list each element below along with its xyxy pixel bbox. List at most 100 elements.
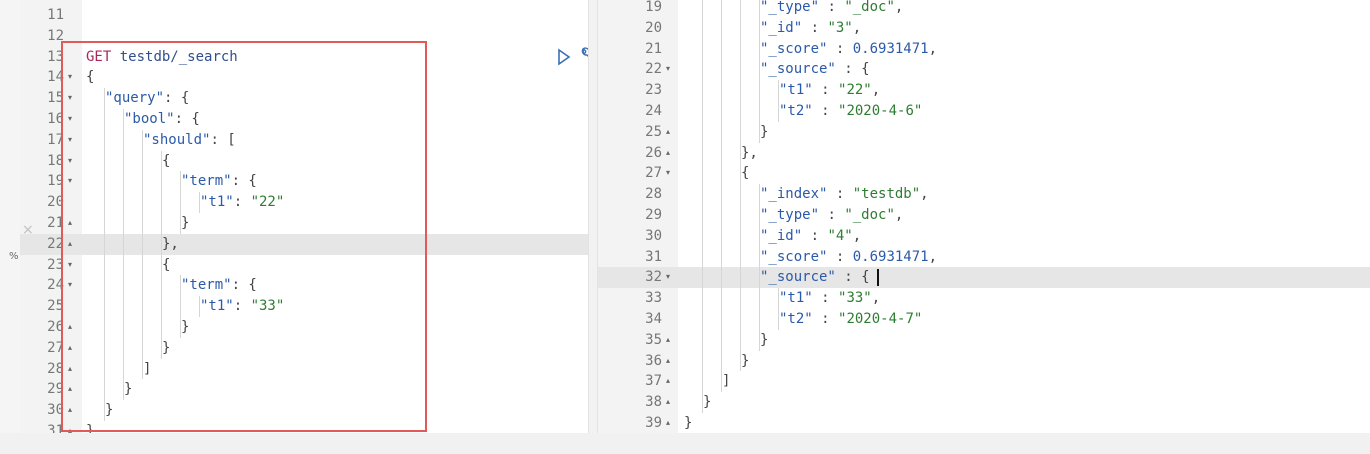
fold-collapse-icon[interactable]: ▾ [666,59,670,80]
indent-guide [740,38,741,60]
indent-guide [740,329,741,351]
indent-guide [702,142,703,164]
fold-expand-icon[interactable]: ▴ [68,359,72,380]
code-line[interactable]: 31 ▴} [20,421,588,433]
fold-expand-icon[interactable]: ▴ [666,351,670,372]
indent-guide [702,309,703,330]
code-text: "should": [ [86,130,236,151]
fold-expand-icon[interactable]: ▴ [666,392,670,413]
fold-expand-icon[interactable]: ▴ [666,371,670,392]
fold-expand-icon[interactable]: ▴ [666,330,670,351]
code-token: "_id" [760,227,803,244]
fold-expand-icon[interactable]: ▴ [68,421,72,433]
fold-collapse-icon[interactable]: ▾ [68,130,72,151]
indent-guide [161,192,162,213]
code-token: } [86,423,95,433]
code-text: ] [684,371,730,392]
code-token: : [827,248,853,265]
code-line[interactable]: 28 ▴] [20,358,588,380]
code-line[interactable]: 25 ▴} [598,121,1370,143]
code-line[interactable]: 35 ▴} [598,329,1370,351]
code-line[interactable]: 27 ▾ { [598,163,1370,185]
indent-guide [740,205,741,226]
code-line[interactable]: 16 ▾ "bool": { [20,109,588,130]
code-line[interactable]: 11 [20,5,588,26]
indent-guide [180,192,181,213]
code-line[interactable]: 26 ▴} [20,317,588,338]
close-icon[interactable]: × [22,222,34,238]
code-line[interactable]: 21 ▴} [20,213,588,234]
code-line[interactable]: 20 "t1": "22" [20,192,588,213]
code-line[interactable]: 21 "_score" : 0.6931471, [598,38,1370,60]
code-line[interactable]: 26 ▴}, [598,142,1370,164]
code-line[interactable]: 30 ▴} [20,400,588,421]
response-viewer[interactable]: 19 "_type" : "_doc", 20 "_id" : "3", 21 "_sco… [598,0,1370,433]
code-line[interactable]: 18 ▾ { [20,150,588,172]
code-token: : { [835,269,870,286]
code-line[interactable]: 36 ▴} [598,350,1370,372]
indent-guide [721,205,722,226]
fold-collapse-icon[interactable]: ▾ [68,171,72,192]
code-line[interactable]: 30 "_id" : "4", [598,225,1370,247]
fold-collapse-icon[interactable]: ▾ [68,151,72,172]
fold-expand-icon[interactable]: ▴ [68,379,72,400]
indent-guide [702,163,703,185]
code-token: "_index" [760,186,828,203]
fold-collapse-icon[interactable]: ▾ [666,163,670,184]
request-editor[interactable]: 11 12 13 GET testdb/_search 14 ▾{15 ▾ "query": … [20,0,588,433]
code-line[interactable]: 29 "_type" : "_doc", [598,205,1370,226]
code-line[interactable]: 24 "t2" : "2020-4-6" [598,101,1370,122]
fold-expand-icon[interactable]: ▴ [666,143,670,164]
code-line[interactable]: 38 ▴} [598,392,1370,413]
code-token: "_type" [760,207,820,223]
code-line[interactable]: 20 "_id" : "3", [598,17,1370,39]
code-line[interactable]: 23 "t1" : "22", [598,80,1370,101]
code-token: } [124,381,133,398]
fold-collapse-icon[interactable]: ▾ [68,67,72,88]
fold-collapse-icon[interactable]: ▾ [68,255,72,276]
code-line[interactable]: 13 GET testdb/_search [20,47,588,68]
code-line[interactable]: 32 ▾ "_source" : { [598,267,1370,289]
code-line[interactable]: 19 "_type" : "_doc", [598,0,1370,18]
code-line[interactable]: 19 ▾ "term": { [20,171,588,193]
code-line[interactable]: 22 ▾ "_source" : { [598,59,1370,81]
play-icon[interactable] [556,47,572,67]
indent-guide [759,288,760,309]
code-line[interactable]: 34 "t2" : "2020-4-7" [598,309,1370,330]
code-token: GET [86,48,112,65]
indent-guide [702,267,703,289]
code-line[interactable]: 24 ▾ "term": { [20,275,588,297]
code-line[interactable]: 25 "t1": "33" [20,296,588,317]
fold-collapse-icon[interactable]: ▾ [68,275,72,296]
fold-expand-icon[interactable]: ▴ [68,213,72,234]
fold-expand-icon[interactable]: ▴ [68,317,72,338]
fold-expand-icon[interactable]: ▴ [68,234,72,255]
fold-collapse-icon[interactable]: ▾ [666,267,670,288]
code-line[interactable]: 29 ▴} [20,379,588,401]
fold-expand-icon[interactable]: ▴ [666,413,670,433]
code-text: } [684,413,692,433]
indent-guide [104,213,105,234]
fold-expand-icon[interactable]: ▴ [68,338,72,359]
fold-collapse-icon[interactable]: ▾ [68,88,72,109]
code-token: "bool" [124,111,175,127]
wrench-icon[interactable] [578,46,588,68]
fold-expand-icon[interactable]: ▴ [68,400,72,421]
code-text: "t1" : "22", [684,80,880,101]
code-line[interactable]: 15 ▾ "query": { [20,88,588,109]
code-line[interactable]: 33 "t1" : "33", [598,288,1370,309]
code-line[interactable]: 14 ▾ { [20,67,588,88]
code-line[interactable]: 28 "_index" : "testdb", [598,184,1370,205]
fold-collapse-icon[interactable]: ▾ [68,109,72,130]
code-line[interactable]: 31 "_score" : 0.6931471, [598,246,1370,268]
fold-expand-icon[interactable]: ▴ [666,122,670,143]
pane-divider[interactable] [588,0,598,433]
code-line[interactable]: 27 ▴} [20,337,588,359]
code-line[interactable]: 37 ▴] [598,371,1370,393]
code-line[interactable]: 12 [20,26,588,47]
code-token: : [819,207,845,223]
code-line[interactable]: 22 ▴}, [20,233,588,255]
code-line[interactable]: 17 ▾ "should": [ [20,129,588,151]
code-line[interactable]: 23 ▾ { [20,254,588,276]
code-line[interactable]: 39 ▴} [598,413,1370,433]
